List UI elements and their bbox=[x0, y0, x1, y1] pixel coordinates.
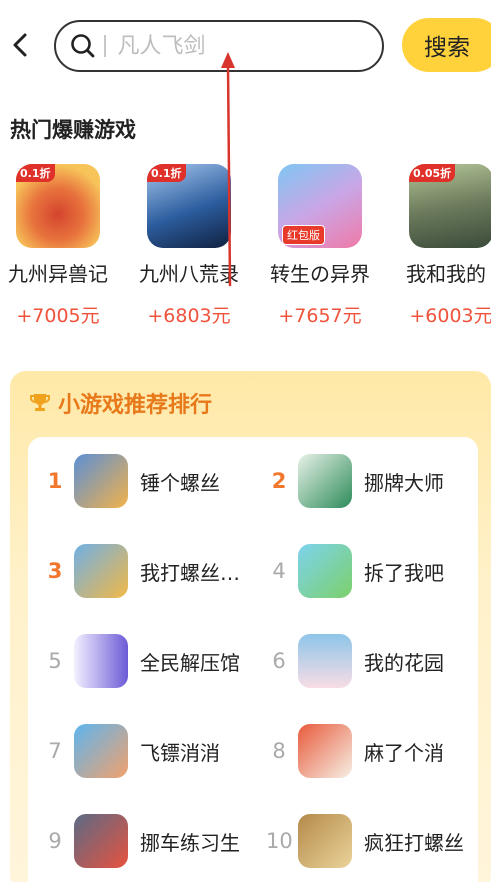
game-icon bbox=[298, 814, 352, 868]
game-name: 我和我的 bbox=[406, 262, 486, 286]
ranking-item[interactable]: 3 我打螺丝… bbox=[42, 543, 267, 599]
game-name: 我的花园 bbox=[364, 650, 444, 675]
game-name: 疯狂打螺丝 bbox=[364, 830, 464, 855]
back-button[interactable] bbox=[6, 28, 34, 62]
search-button[interactable]: 搜索 bbox=[402, 18, 491, 72]
rank-number: 9 bbox=[48, 829, 62, 853]
search-button-label: 搜索 bbox=[424, 35, 470, 61]
ranking-item[interactable]: 6 我的花园 bbox=[266, 633, 491, 689]
hot-game-item[interactable]: 红包版 转生の异界 +7657元 bbox=[255, 164, 385, 328]
rank-number: 7 bbox=[48, 739, 62, 763]
search-input[interactable] bbox=[117, 33, 338, 59]
rank-number: 8 bbox=[272, 739, 286, 763]
ranking-item[interactable]: 4 拆了我吧 bbox=[266, 543, 491, 599]
game-icon: 0.1折 bbox=[147, 164, 231, 248]
game-icon bbox=[74, 814, 128, 868]
game-icon: 0.05折 bbox=[409, 164, 491, 248]
game-name: 转生の异界 bbox=[270, 262, 370, 286]
hot-game-item[interactable]: 0.1折 九州八荒录 +6803元 bbox=[124, 164, 254, 328]
game-name: 九州八荒录 bbox=[139, 262, 239, 286]
ranking-item[interactable]: 2 挪牌大师 bbox=[266, 453, 491, 509]
game-icon bbox=[298, 634, 352, 688]
ranking-item[interactable]: 9 挪车练习生 bbox=[42, 813, 267, 869]
game-name: 拆了我吧 bbox=[364, 560, 444, 585]
game-icon: 红包版 bbox=[278, 164, 362, 248]
game-icon bbox=[74, 724, 128, 778]
hot-games-row: 0.1折 九州异兽记 +7005元 0.1折 九州八荒录 +6803元 红包版 … bbox=[0, 164, 491, 327]
ranking-item[interactable]: 10 疯狂打螺丝 bbox=[266, 813, 491, 869]
trophy-icon bbox=[30, 394, 50, 411]
ranking-item[interactable]: 8 麻了个消 bbox=[266, 723, 491, 779]
discount-tag: 0.05折 bbox=[409, 164, 456, 182]
game-name: 飞镖消消 bbox=[140, 740, 220, 765]
rank-number: 3 bbox=[47, 559, 63, 583]
game-name: 挪牌大师 bbox=[364, 470, 444, 495]
discount-tag: 0.1折 bbox=[147, 164, 186, 182]
game-icon bbox=[298, 724, 352, 778]
ranking-card: 小游戏推荐排行 1 锤个螺丝 2 挪牌大师 3 我打螺丝… 4 拆了我吧 5 全… bbox=[10, 371, 491, 882]
game-name: 九州异兽记 bbox=[8, 262, 108, 286]
discount-tag: 0.1折 bbox=[16, 164, 55, 182]
rank-number: 2 bbox=[271, 469, 287, 493]
chevron-left-icon bbox=[13, 33, 27, 57]
game-icon bbox=[74, 454, 128, 508]
game-icon: 0.1折 bbox=[16, 164, 100, 248]
ranking-list: 1 锤个螺丝 2 挪牌大师 3 我打螺丝… 4 拆了我吧 5 全民解压馆 6 我… bbox=[28, 437, 478, 882]
ranking-item[interactable]: 5 全民解压馆 bbox=[42, 633, 267, 689]
ranking-title: 小游戏推荐排行 bbox=[58, 393, 213, 418]
search-divider bbox=[104, 35, 106, 57]
game-name: 我打螺丝… bbox=[140, 560, 240, 585]
hot-games-title: 热门爆赚游戏 bbox=[10, 118, 136, 142]
rank-number: 10 bbox=[266, 829, 293, 853]
hot-game-item[interactable]: 0.05折 我和我的 +6003元 bbox=[386, 164, 491, 328]
rank-number: 6 bbox=[272, 649, 286, 673]
game-name: 锤个螺丝 bbox=[140, 470, 220, 495]
game-reward: +7005元 bbox=[16, 305, 100, 327]
game-reward: +6003元 bbox=[409, 305, 491, 327]
game-icon bbox=[74, 544, 128, 598]
game-icon bbox=[74, 634, 128, 688]
game-reward: +7657元 bbox=[278, 305, 362, 327]
game-name: 全民解压馆 bbox=[140, 650, 240, 675]
game-icon bbox=[298, 454, 352, 508]
rank-number: 1 bbox=[47, 469, 63, 493]
search-bar[interactable] bbox=[54, 20, 384, 72]
search-icon bbox=[71, 34, 95, 58]
game-reward: +6803元 bbox=[147, 305, 231, 327]
rank-number: 5 bbox=[48, 649, 62, 673]
red-packet-badge: 红包版 bbox=[282, 225, 325, 245]
hot-game-item[interactable]: 0.1折 九州异兽记 +7005元 bbox=[0, 164, 123, 328]
game-name: 麻了个消 bbox=[364, 740, 444, 765]
ranking-item[interactable]: 7 飞镖消消 bbox=[42, 723, 267, 779]
ranking-header: 小游戏推荐排行 bbox=[28, 387, 212, 419]
game-icon bbox=[298, 544, 352, 598]
ranking-item[interactable]: 1 锤个螺丝 bbox=[42, 453, 267, 509]
game-name: 挪车练习生 bbox=[140, 830, 240, 855]
rank-number: 4 bbox=[272, 559, 286, 583]
